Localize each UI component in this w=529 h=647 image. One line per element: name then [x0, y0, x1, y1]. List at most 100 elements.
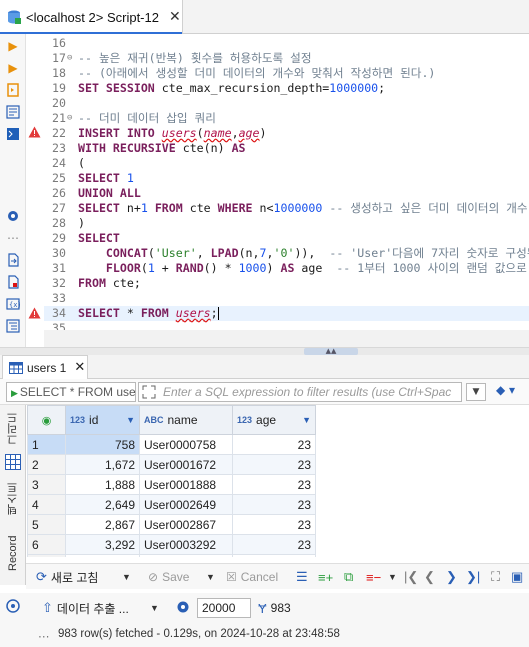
code-line[interactable]: 32 FROM cte;: [44, 276, 529, 291]
editor-horizontal-scrollbar[interactable]: [44, 330, 529, 347]
cancel-button[interactable]: ☒ Cancel: [226, 568, 278, 586]
table-row[interactable]: 3 1,888 User0001888 23: [27, 474, 316, 495]
sql-editor[interactable]: 16 17 ⊖ -- 높은 재귀(반복) 횟수를 허용하도록 설정 18 -- (아래에서…: [44, 34, 529, 330]
fetch-size-input[interactable]: 20000: [197, 598, 251, 618]
cell-name[interactable]: User0003292: [139, 534, 233, 555]
code-line[interactable]: 33: [44, 291, 529, 306]
splitter-grip-icon[interactable]: ▲▲: [304, 348, 358, 355]
code-line[interactable]: 25 SELECT 1: [44, 171, 529, 186]
export-data-button[interactable]: ⇧ 데이터 추출 ...: [42, 599, 129, 617]
execution-plan-icon[interactable]: [5, 104, 21, 120]
cell-age[interactable]: 23: [232, 494, 316, 515]
row-number[interactable]: 1: [27, 434, 66, 455]
delete-row-icon[interactable]: ≡−: [366, 568, 381, 586]
export-script-icon[interactable]: [5, 252, 21, 268]
record-mode-icon[interactable]: [6, 598, 20, 614]
cell-name[interactable]: User0001672: [139, 454, 233, 475]
close-icon[interactable]: ✕: [169, 9, 181, 25]
execute-statement-icon[interactable]: ▶: [5, 38, 21, 54]
execute-in-new-tab-icon[interactable]: ▶: [5, 60, 21, 76]
fold-toggle-icon[interactable]: ⊖: [67, 51, 72, 66]
cell-id[interactable]: 1,672: [65, 454, 140, 475]
code-line[interactable]: 34 SELECT * FROM users;: [44, 306, 529, 321]
settings-gear-icon[interactable]: [5, 208, 21, 224]
cell-age[interactable]: 23: [232, 454, 316, 475]
copy-row-icon[interactable]: ⧉: [344, 568, 353, 586]
editor-results-splitter[interactable]: ▲▲: [0, 347, 529, 355]
more-dots-icon[interactable]: ⋯: [5, 230, 21, 246]
source-query-field[interactable]: ▶ SELECT * FROM use: [6, 382, 136, 402]
column-header-age[interactable]: 123 age ▼: [232, 405, 316, 435]
last-page-icon[interactable]: ❯|: [466, 568, 480, 586]
outline-icon[interactable]: [5, 318, 21, 334]
row-options-dropdown[interactable]: ▼: [388, 568, 397, 586]
fold-toggle-icon[interactable]: ⊖: [67, 111, 72, 126]
row-header-corner[interactable]: ◉: [27, 405, 66, 435]
code-line[interactable]: 30 CONCAT('User', LPAD(n,7,'0')), -- 'Us…: [44, 246, 529, 261]
tab-record[interactable]: Record: [4, 527, 22, 579]
cell-age[interactable]: 23: [232, 474, 316, 495]
clear-filter-icon[interactable]: ◆ ▾: [496, 383, 526, 401]
cell-age[interactable]: 23: [232, 554, 316, 557]
panel-toggle-icon[interactable]: ▣: [511, 568, 523, 586]
table-row[interactable]: 73,978User000397823: [27, 554, 316, 557]
edit-row-icon[interactable]: ☰: [296, 568, 308, 586]
sort-dropdown-icon[interactable]: ▼: [302, 415, 311, 425]
row-number[interactable]: 3: [27, 474, 66, 495]
code-line[interactable]: 31 FLOOR(1 + RAND() * 1000) AS age -- 1부…: [44, 261, 529, 276]
cell-id[interactable]: 3,292: [65, 534, 140, 555]
code-line[interactable]: 21 ⊖ -- 더미 데이터 삽입 쿼리: [44, 111, 529, 126]
code-line[interactable]: 29 SELECT: [44, 231, 529, 246]
cell-id[interactable]: 1,888: [65, 474, 140, 495]
results-grid[interactable]: ◉ 123 id ▼ ABC name 123 age ▼ 1 758 User0000758…: [27, 405, 529, 557]
code-line[interactable]: 28): [44, 216, 529, 231]
export-options-dropdown[interactable]: ▼: [150, 599, 159, 617]
sort-dropdown-icon[interactable]: ▼: [126, 415, 135, 425]
save-options-dropdown[interactable]: ▼: [206, 568, 215, 586]
expand-editor-icon[interactable]: [142, 385, 156, 399]
code-line[interactable]: 18 -- (아래에서 생성할 더미 데이터의 개수와 맞춰서 작성하면 된다.): [44, 66, 529, 81]
cell-id[interactable]: 3,978: [65, 554, 140, 557]
cell-name[interactable]: User0000758: [139, 434, 233, 455]
warning-icon[interactable]: [28, 307, 41, 319]
table-row[interactable]: 1 758 User0000758 23: [27, 434, 316, 455]
row-number[interactable]: 5: [27, 514, 66, 535]
refresh-button[interactable]: ⟳ 새로 고침: [36, 568, 98, 586]
filter-history-dropdown[interactable]: ▼: [466, 383, 486, 401]
table-row[interactable]: 5 2,867 User0002867 23: [27, 514, 316, 535]
variables-icon[interactable]: {x}: [5, 296, 21, 312]
warning-icon[interactable]: [28, 126, 41, 138]
code-line[interactable]: 22 INSERT INTO users(name,age): [44, 126, 529, 141]
cell-id[interactable]: 2,867: [65, 514, 140, 535]
select-all-icon[interactable]: ◉: [42, 415, 52, 427]
code-line[interactable]: 17 ⊖ -- 높은 재귀(반복) 횟수를 허용하도록 설정: [44, 51, 529, 66]
cell-age[interactable]: 23: [232, 434, 316, 455]
cell-name[interactable]: User0002867: [139, 514, 233, 535]
tab-users-1[interactable]: users 1 ✕: [2, 355, 88, 379]
cell-age[interactable]: 23: [232, 534, 316, 555]
table-row[interactable]: 6 3,292 User0003292 23: [27, 534, 316, 555]
save-button[interactable]: ⊘ Save: [148, 568, 189, 586]
code-line[interactable]: 23 WITH RECURSIVE cte(n) AS: [44, 141, 529, 156]
cell-id[interactable]: 758: [65, 434, 140, 455]
code-line[interactable]: 20: [44, 96, 529, 111]
code-line[interactable]: 26 UNION ALL: [44, 186, 529, 201]
cell-name[interactable]: User0002649: [139, 494, 233, 515]
filter-expression-input[interactable]: Enter a SQL expression to filter results…: [138, 382, 462, 402]
table-row[interactable]: 2 1,672 User0001672 23: [27, 454, 316, 475]
close-icon[interactable]: ✕: [74, 360, 85, 375]
column-header-name[interactable]: ABC name: [139, 405, 233, 435]
fetch-settings-gear-icon[interactable]: [176, 600, 190, 614]
grid-view-icon[interactable]: [5, 454, 21, 470]
code-line[interactable]: 19 SET SESSION cte_max_recursion_depth=10…: [44, 81, 529, 96]
row-number[interactable]: 2: [27, 454, 66, 475]
row-number[interactable]: 6: [27, 534, 66, 555]
previous-page-icon[interactable]: ❮: [424, 568, 435, 586]
code-line[interactable]: 24 (: [44, 156, 529, 171]
row-number[interactable]: 7: [27, 554, 66, 557]
tab-script-12[interactable]: <localhost 2> Script-12 ✕: [0, 0, 183, 34]
cell-name[interactable]: User0001888: [139, 474, 233, 495]
table-row[interactable]: 4 2,649 User0002649 23: [27, 494, 316, 515]
code-line[interactable]: 35: [44, 321, 529, 330]
terminal-icon[interactable]: [5, 126, 21, 142]
